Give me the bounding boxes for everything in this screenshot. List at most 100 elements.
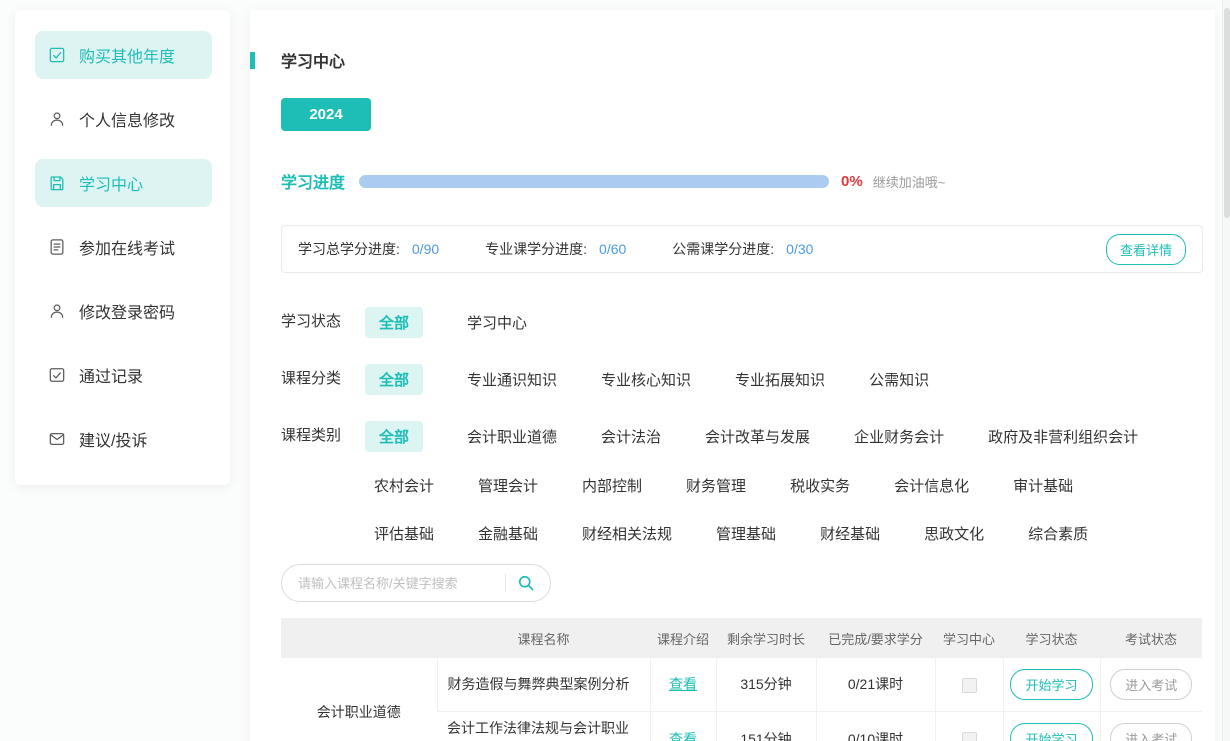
course-search <box>281 564 551 602</box>
view-details-button[interactable]: 查看详情 <box>1106 234 1186 265</box>
filter-option[interactable]: 财经基础 <box>820 523 880 544</box>
year-tab-2024[interactable]: 2024 <box>281 98 371 131</box>
document-icon <box>47 237 67 257</box>
th-course-name: 课程名称 <box>437 618 650 658</box>
filter-option[interactable]: 专业拓展知识 <box>735 369 825 390</box>
filter-option[interactable]: 会计法治 <box>601 426 661 447</box>
th-study-status: 学习状态 <box>1003 618 1100 658</box>
sidebar-item-change-password[interactable]: 修改登录密码 <box>35 287 212 335</box>
page-title-row: 学习中心 <box>281 48 1203 72</box>
credit-value: 0/30 <box>786 241 813 257</box>
sidebar-item-pass-records[interactable]: 通过记录 <box>35 351 212 399</box>
filter-option[interactable]: 综合素质 <box>1028 523 1088 544</box>
progress-bar <box>359 175 829 188</box>
scrollbar-thumb[interactable] <box>1224 8 1230 218</box>
filter-option[interactable]: 财经相关法规 <box>582 523 672 544</box>
filter-label: 课程分类 <box>281 364 365 395</box>
th-learning-center: 学习中心 <box>935 618 1003 658</box>
filter-option[interactable]: 会计职业道德 <box>467 426 557 447</box>
filter-course-category: 课程分类 全部 专业通识知识 专业核心知识 专业拓展知识 公需知识 <box>281 364 1203 395</box>
filter-option[interactable]: 会计信息化 <box>894 475 969 496</box>
filter-option[interactable]: 会计改革与发展 <box>705 426 810 447</box>
progress-percent: 0% <box>841 173 863 190</box>
credit-value: 0/60 <box>599 241 626 257</box>
sidebar-item-personal-info[interactable]: 个人信息修改 <box>35 95 212 143</box>
filter-option[interactable]: 管理基础 <box>716 523 776 544</box>
course-name-cell: 会计工作法律法规与会计职业道德 <box>437 711 650 741</box>
credit-major: 专业课学分进度: 0/60 <box>485 239 626 259</box>
view-intro-link[interactable]: 查看 <box>669 731 697 741</box>
title-accent-bar <box>250 52 255 69</box>
filter-option[interactable]: 评估基础 <box>374 523 434 544</box>
sidebar-item-suggestions[interactable]: 建议/投诉 <box>35 415 212 463</box>
filter-option[interactable]: 政府及非营利组织会计 <box>988 426 1138 447</box>
search-icon[interactable] <box>516 573 536 593</box>
credit-summary-box: 学习总学分进度: 0/90 专业课学分进度: 0/60 公需课学分进度: 0/3… <box>281 225 1203 273</box>
credits-cell: 0/21课时 <box>816 658 935 711</box>
filter-option[interactable]: 思政文化 <box>924 523 984 544</box>
sidebar-item-learning-center[interactable]: 学习中心 <box>35 159 212 207</box>
th-credits: 已完成/要求学分 <box>816 618 935 658</box>
sidebar-item-label: 通过记录 <box>79 363 143 387</box>
credit-value: 0/90 <box>412 241 439 257</box>
sidebar-item-online-exam[interactable]: 参加在线考试 <box>35 223 212 271</box>
filter-option[interactable]: 金融基础 <box>478 523 538 544</box>
row-checkbox[interactable] <box>962 732 977 741</box>
order-check-icon <box>47 45 67 65</box>
filter-option[interactable]: 公需知识 <box>869 369 929 390</box>
course-table: 课程名称 课程介绍 剩余学习时长 已完成/要求学分 学习中心 学习状态 考试状态… <box>281 618 1202 741</box>
filter-chip-all[interactable]: 全部 <box>365 421 423 452</box>
filter-option[interactable]: 管理会计 <box>478 475 538 496</box>
sidebar-item-label: 修改登录密码 <box>79 299 175 323</box>
search-input[interactable] <box>298 576 501 591</box>
credits-cell: 0/10课时 <box>816 711 935 741</box>
filter-study-status: 学习状态 全部 学习中心 <box>281 307 1203 338</box>
filter-option[interactable]: 专业核心知识 <box>601 369 691 390</box>
user-icon <box>47 109 67 129</box>
filter-option[interactable]: 专业通识知识 <box>467 369 557 390</box>
page-scrollbar[interactable] <box>1222 0 1230 741</box>
mail-icon <box>47 429 67 449</box>
filter-option[interactable]: 税收实务 <box>790 475 850 496</box>
filter-option[interactable]: 农村会计 <box>374 475 434 496</box>
page-title: 学习中心 <box>281 48 345 72</box>
credit-label: 学习总学分进度: <box>298 239 400 259</box>
main-content: 学习中心 2024 学习进度 0% 继续加油哦~ 学习总学分进度: 0/90 专… <box>250 10 1215 741</box>
credit-label: 公需课学分进度: <box>672 239 774 259</box>
filter-chip-all[interactable]: 全部 <box>365 364 423 395</box>
sidebar: 购买其他年度 个人信息修改 学习中心 参加在线考试 修改登录密码 通过记录 <box>15 10 230 485</box>
start-study-button[interactable]: 开始学习 <box>1010 669 1092 700</box>
sidebar-item-label: 建议/投诉 <box>79 427 147 451</box>
filter-option[interactable]: 学习中心 <box>467 312 527 333</box>
filter-option[interactable]: 企业财务会计 <box>854 426 944 447</box>
filter-option[interactable]: 内部控制 <box>582 475 642 496</box>
row-checkbox[interactable] <box>962 678 977 693</box>
progress-section: 学习进度 0% 继续加油哦~ <box>281 169 1203 193</box>
enter-exam-button[interactable]: 进入考试 <box>1110 669 1192 700</box>
user-icon <box>47 301 67 321</box>
credit-public: 公需课学分进度: 0/30 <box>672 239 813 259</box>
table-header-row: 课程名称 课程介绍 剩余学习时长 已完成/要求学分 学习中心 学习状态 考试状态 <box>281 618 1202 658</box>
sidebar-item-label: 个人信息修改 <box>79 107 175 131</box>
progress-label: 学习进度 <box>281 169 345 193</box>
sidebar-item-buy-other-years[interactable]: 购买其他年度 <box>35 31 212 79</box>
record-check-icon <box>47 365 67 385</box>
th-exam-status: 考试状态 <box>1100 618 1202 658</box>
filter-label: 课程类别 <box>281 421 365 548</box>
filter-option[interactable]: 财务管理 <box>686 475 746 496</box>
sidebar-item-label: 购买其他年度 <box>79 43 175 67</box>
enter-exam-button[interactable]: 进入考试 <box>1110 723 1192 741</box>
filter-chip-all[interactable]: 全部 <box>365 307 423 338</box>
search-divider <box>505 574 506 592</box>
course-name-cell: 财务造假与舞弊典型案例分析 <box>437 658 650 711</box>
th-intro: 课程介绍 <box>650 618 716 658</box>
sidebar-item-label: 学习中心 <box>79 171 143 195</box>
start-study-button[interactable]: 开始学习 <box>1010 723 1092 741</box>
filter-option[interactable]: 审计基础 <box>1013 475 1073 496</box>
view-intro-link[interactable]: 查看 <box>669 676 697 692</box>
filter-label: 学习状态 <box>281 307 365 338</box>
th-remaining-time: 剩余学习时长 <box>716 618 816 658</box>
sidebar-item-label: 参加在线考试 <box>79 235 175 259</box>
course-category-cell: 会计职业道德 <box>281 658 437 741</box>
save-icon <box>47 173 67 193</box>
